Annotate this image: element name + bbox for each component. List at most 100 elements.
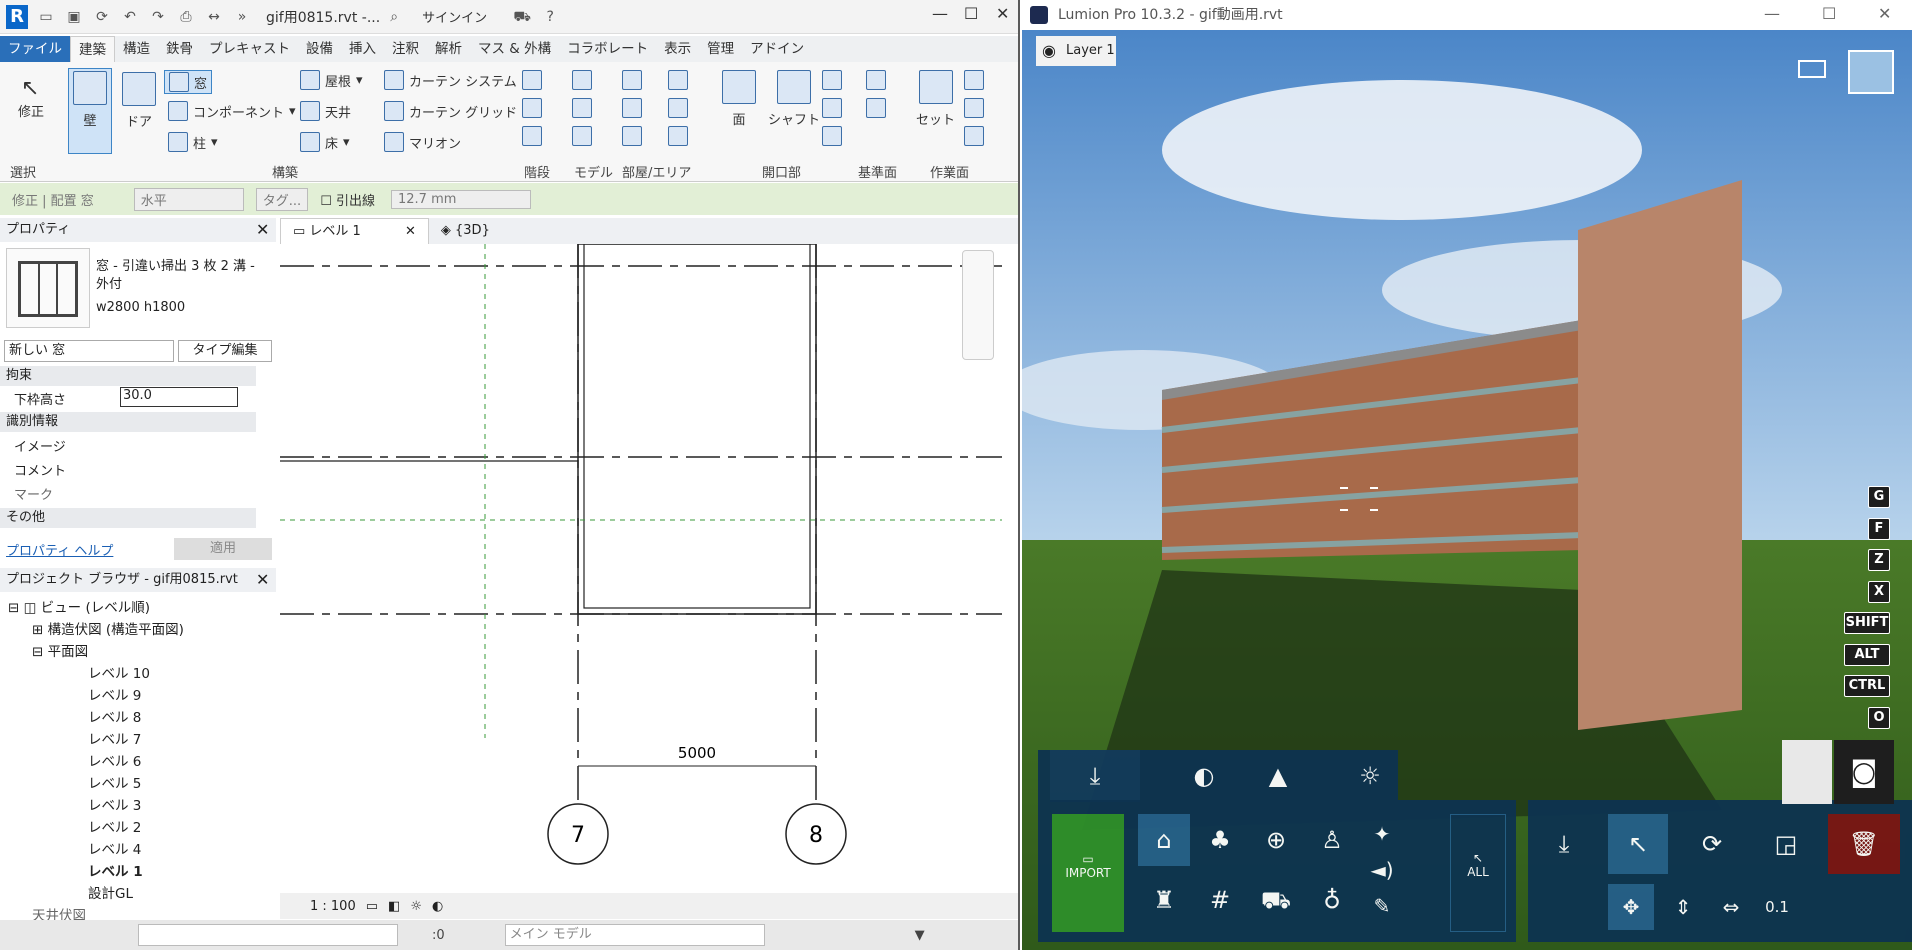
tab-view-3d[interactable]: ◈ {3D}: [429, 218, 502, 244]
wall-button[interactable]: 壁: [68, 68, 112, 154]
height-value[interactable]: 0.1: [1754, 884, 1800, 930]
tree-level-item[interactable]: レベル 7: [88, 728, 141, 748]
key-z-button[interactable]: Z: [1868, 549, 1890, 571]
shadows-icon[interactable]: ◐: [432, 899, 443, 914]
tree-level-item[interactable]: 設計GL: [88, 882, 133, 902]
floor-button[interactable]: 床 ▾: [300, 132, 350, 152]
tab-annotate[interactable]: 注釈: [384, 36, 427, 62]
tab-view[interactable]: 表示: [656, 36, 699, 62]
tree-structural-plans[interactable]: ⊞ 構造伏図 (構造平面図): [32, 618, 184, 638]
type-name[interactable]: 窓 - 引違い掃出 3 枚 2 溝 - 外付: [96, 258, 266, 294]
import-button[interactable]: ▭ IMPORT: [1052, 814, 1124, 932]
section-constraints[interactable]: 拘束: [0, 366, 256, 386]
build-mode-button[interactable]: [1782, 740, 1832, 804]
sun-path-icon[interactable]: ☼: [410, 899, 422, 914]
leader-checkbox[interactable]: ☐ 引出線: [320, 190, 375, 209]
landscape-tab-icon[interactable]: ▲: [1252, 750, 1304, 802]
redo-icon[interactable]: ↷: [147, 6, 169, 28]
tab-file[interactable]: ファイル: [0, 36, 70, 62]
instance-selector[interactable]: 新しい 窓: [4, 340, 174, 362]
rotate-object-icon[interactable]: ⟳: [1682, 814, 1742, 874]
room-tools[interactable]: [622, 70, 642, 146]
car-object-icon[interactable]: ⛟: [1250, 874, 1302, 926]
lumion-minimize-icon[interactable]: —: [1764, 4, 1780, 23]
move-icon[interactable]: ✥: [1608, 884, 1654, 930]
tree-level-item[interactable]: レベル 6: [88, 750, 141, 770]
key-g-button[interactable]: G: [1868, 486, 1890, 508]
modify-button[interactable]: ↖ 修正: [18, 76, 44, 120]
undo-icon[interactable]: ↶: [119, 6, 141, 28]
measure-icon[interactable]: ↔: [203, 6, 225, 28]
tree-level-item[interactable]: レベル 1: [88, 860, 143, 880]
view-thumbnail[interactable]: [1848, 50, 1894, 94]
photo-mode-icon[interactable]: ◙: [1834, 740, 1894, 804]
edit-type-button[interactable]: タイプ編集: [178, 340, 272, 362]
delete-object-icon[interactable]: 🗑: [1828, 814, 1900, 874]
dimension-text[interactable]: 5000: [678, 744, 716, 762]
tab-manage[interactable]: 管理: [699, 36, 742, 62]
binoculars-icon[interactable]: ⌕: [383, 6, 405, 28]
tab-steel[interactable]: 鉄骨: [158, 36, 201, 62]
prop-sill-input[interactable]: 30.0: [120, 387, 238, 407]
key-shift-button[interactable]: SHIFT: [1844, 612, 1890, 634]
curtain-grid-button[interactable]: カーテン グリッド: [384, 101, 517, 121]
dimension-input[interactable]: 12.7 mm: [391, 189, 531, 209]
objects-tab-icon[interactable]: ⤓: [1050, 750, 1140, 802]
tab-architecture[interactable]: 建築: [70, 36, 115, 62]
browser-close-icon[interactable]: ✕: [256, 570, 269, 589]
datum-tools[interactable]: [866, 70, 886, 118]
key-o-button[interactable]: O: [1868, 706, 1890, 729]
chair-object-icon[interactable]: ♜: [1138, 874, 1190, 926]
tree-level-item[interactable]: レベル 5: [88, 772, 141, 792]
tab-insert[interactable]: 挿入: [341, 36, 384, 62]
tree-level-item[interactable]: レベル 10: [88, 662, 150, 682]
lumion-maximize-icon[interactable]: ☐: [1822, 4, 1836, 23]
tree-floor-plans[interactable]: ⊟ 平面図: [32, 640, 88, 660]
more-icon[interactable]: »: [231, 6, 253, 28]
scale-label[interactable]: 1 : 100: [310, 899, 356, 914]
key-x-button[interactable]: X: [1868, 580, 1890, 603]
scale-object-icon[interactable]: ◲: [1756, 814, 1816, 874]
minimize-icon[interactable]: —: [932, 4, 948, 23]
group-room-area[interactable]: 部屋/エリア: [622, 162, 691, 181]
maximize-icon[interactable]: ☐: [964, 4, 978, 23]
camera-view-icon[interactable]: [1798, 60, 1826, 78]
group-select[interactable]: 選択: [10, 162, 36, 181]
weather-tab-icon[interactable]: ☼: [1344, 750, 1396, 802]
tree-views[interactable]: ⊟ ◫ ビュー (レベル順): [8, 596, 150, 616]
cart-icon[interactable]: ⛟: [511, 6, 533, 28]
key-f-button[interactable]: F: [1868, 517, 1890, 540]
tab-close-icon[interactable]: ✕: [405, 224, 416, 239]
opening-tools[interactable]: [822, 70, 842, 146]
fence-object-icon[interactable]: #: [1194, 874, 1246, 926]
tab-structure[interactable]: 構造: [115, 36, 158, 62]
light-object-icon[interactable]: ♁: [1306, 874, 1358, 926]
key-alt-button[interactable]: ALT: [1844, 643, 1890, 666]
print-icon[interactable]: ⎙: [175, 6, 197, 28]
lumion-close-icon[interactable]: ✕: [1878, 4, 1891, 23]
close-icon[interactable]: ✕: [996, 4, 1009, 23]
set-workplane-button[interactable]: セット: [916, 70, 955, 128]
shaft-button[interactable]: シャフト: [768, 70, 820, 128]
detail-level-icon[interactable]: ▭: [366, 899, 378, 914]
filter-icon[interactable]: ▼: [915, 928, 925, 943]
orientation-select[interactable]: 水平: [133, 187, 244, 211]
mullion-button[interactable]: マリオン: [384, 132, 461, 152]
layer-button[interactable]: ◉ Layer 1: [1036, 36, 1116, 66]
sync-icon[interactable]: ⟳: [91, 6, 113, 28]
column-button[interactable]: 柱 ▾: [168, 132, 218, 152]
horizontal-move-icon[interactable]: ⇔: [1708, 884, 1754, 930]
select-all-button[interactable]: ↖ ALL: [1450, 814, 1506, 932]
face-opening-button[interactable]: 面: [722, 70, 756, 128]
tab-addins[interactable]: アドイン: [742, 36, 812, 62]
open-icon[interactable]: ▭: [35, 6, 57, 28]
tab-precast[interactable]: プレキャスト: [201, 36, 298, 62]
status-select[interactable]: [138, 924, 398, 946]
roof-button[interactable]: 屋根 ▾: [300, 70, 363, 90]
select-object-icon[interactable]: ↖: [1608, 814, 1668, 874]
stair-tools[interactable]: [522, 70, 542, 146]
add-tree-icon[interactable]: ⊕: [1250, 814, 1302, 866]
curtain-system-button[interactable]: カーテン システム: [384, 70, 517, 90]
navigation-bar[interactable]: [962, 250, 994, 360]
tab-view-level1[interactable]: ▭ レベル 1 ✕: [280, 218, 429, 244]
